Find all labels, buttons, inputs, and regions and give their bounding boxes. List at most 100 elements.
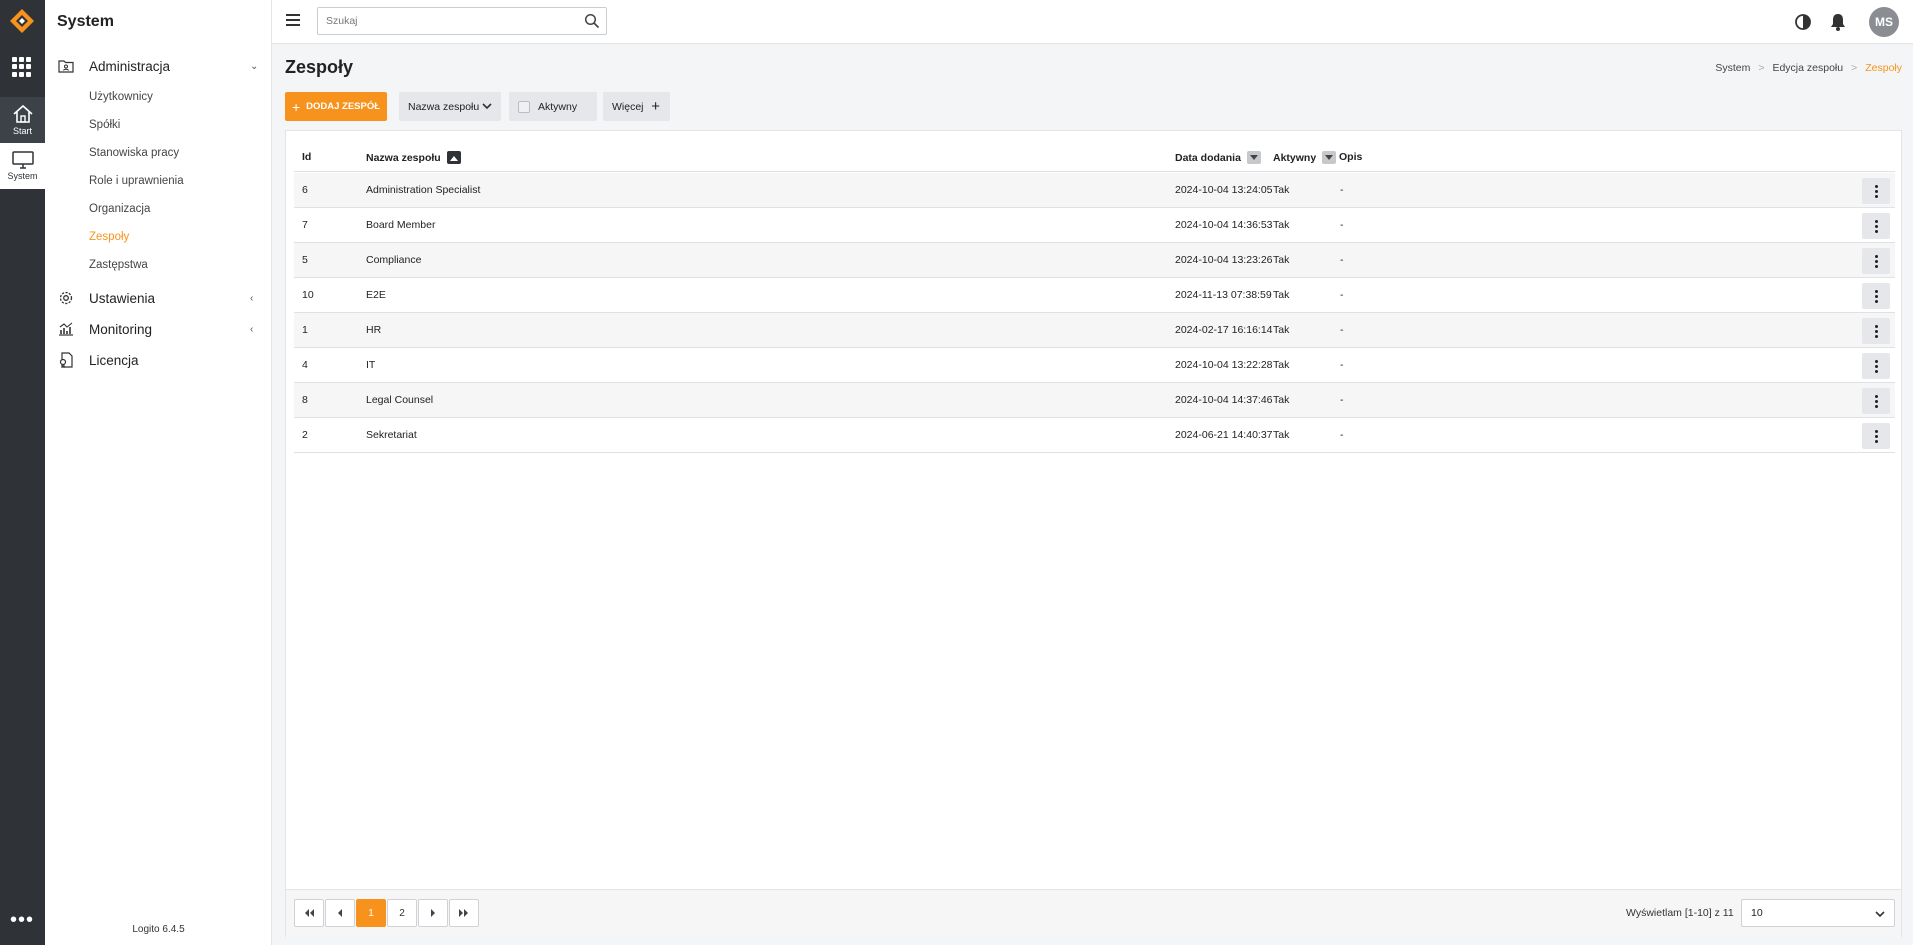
more-apps-icon[interactable]: ••• (10, 910, 34, 930)
sidebar-item-spolki[interactable]: Spółki (89, 119, 120, 131)
chevron-left-icon (338, 909, 342, 917)
page-button-2[interactable]: 2 (387, 899, 417, 927)
cell-name: IT (366, 359, 376, 371)
next-page-button[interactable] (418, 899, 448, 927)
column-header-date[interactable]: Data dodania (1175, 151, 1261, 164)
teams-table-panel: Id Nazwa zespołu Data dodania Aktywny Op… (285, 130, 1902, 937)
cell-name: Sekretariat (366, 429, 417, 441)
rail-system[interactable]: System (0, 143, 45, 189)
page-size-select[interactable]: 10 (1741, 899, 1895, 927)
sidebar: System Administracja ⌄ Użytkownicy Spółk… (45, 0, 272, 945)
row-actions-kebab-icon[interactable] (1862, 388, 1890, 414)
page-button-1[interactable]: 1 (356, 899, 386, 927)
sort-descending-icon[interactable] (1322, 151, 1337, 164)
active-filter-checkbox[interactable] (518, 100, 530, 113)
breadcrumb-item[interactable]: Edycja zespołu (1772, 62, 1843, 74)
contrast-toggle-icon[interactable] (1794, 13, 1812, 31)
more-filters-button[interactable]: Więcej + (603, 92, 670, 121)
breadcrumb: System > Edycja zespołu > Zespoły (1715, 62, 1902, 74)
table-row[interactable]: 8 Legal Counsel 2024-10-04 14:37:46 Tak … (294, 383, 1895, 418)
row-actions-kebab-icon[interactable] (1862, 318, 1890, 344)
search-input[interactable] (318, 8, 568, 34)
column-header-name[interactable]: Nazwa zespołu (366, 151, 461, 164)
active-filter[interactable]: Aktywny (509, 92, 597, 121)
apps-grid-icon[interactable] (12, 57, 32, 77)
cell-id: 5 (302, 254, 308, 266)
column-header-active[interactable]: Aktywny (1273, 151, 1337, 164)
chevron-down-icon (1875, 911, 1885, 918)
row-actions-kebab-icon[interactable] (1862, 353, 1890, 379)
sidebar-group-licencja[interactable]: Licencja (45, 347, 272, 373)
table-row[interactable]: 6 Administration Specialist 2024-10-04 1… (294, 173, 1895, 208)
cell-id: 2 (302, 429, 308, 441)
sidebar-item-organizacja[interactable]: Organizacja (89, 203, 150, 215)
top-bar: MS (272, 0, 1913, 44)
table-row[interactable]: 1 HR 2024-02-17 16:16:14 Tak - (294, 313, 1895, 348)
sidebar-item-zespoly[interactable]: Zespoły (89, 231, 129, 243)
sidebar-group-monitoring[interactable]: Monitoring ‹ (45, 316, 272, 342)
chevron-down-icon (482, 103, 492, 110)
logito-logo-icon[interactable] (8, 7, 36, 35)
sidebar-item-zastepstwa[interactable]: Zastępstwa (89, 259, 148, 271)
cell-description: - (1340, 184, 1344, 196)
cell-id: 4 (302, 359, 308, 371)
user-avatar[interactable]: MS (1869, 7, 1899, 37)
first-page-button[interactable] (294, 899, 324, 927)
cell-date: 2024-10-04 14:36:53 (1175, 219, 1273, 231)
row-actions-kebab-icon[interactable] (1862, 423, 1890, 449)
sidebar-group-administracja[interactable]: Administracja ⌄ (45, 53, 272, 79)
sidebar-title: System (57, 13, 114, 30)
search-icon[interactable] (584, 13, 600, 29)
table-row[interactable]: 2 Sekretariat 2024-06-21 14:40:37 Tak - (294, 418, 1895, 453)
cell-name: HR (366, 324, 382, 336)
table-row[interactable]: 10 E2E 2024-11-13 07:38:59 Tak - (294, 278, 1895, 313)
sidebar-group-label: Ustawienia (89, 290, 156, 306)
cell-active: Tak (1273, 289, 1290, 301)
breadcrumb-item[interactable]: System (1715, 62, 1750, 74)
search-box (317, 7, 607, 35)
breadcrumb-current: Zespoły (1865, 62, 1902, 74)
page-size-value: 10 (1751, 907, 1763, 919)
sidebar-item-stanowiska-pracy[interactable]: Stanowiska pracy (89, 147, 179, 159)
folder-user-icon (58, 60, 74, 73)
cell-name: E2E (366, 289, 386, 301)
cell-date: 2024-10-04 13:23:26 (1175, 254, 1273, 266)
breadcrumb-separator: > (1851, 62, 1858, 74)
prev-page-button[interactable] (325, 899, 355, 927)
rail-start[interactable]: Start (0, 97, 45, 143)
monitor-icon (11, 151, 34, 169)
cell-description: - (1340, 254, 1344, 266)
table-header: Id Nazwa zespołu Data dodania Aktywny Op… (294, 142, 1895, 172)
cell-id: 10 (302, 289, 314, 301)
cell-date: 2024-02-17 16:16:14 (1175, 324, 1273, 336)
row-actions-kebab-icon[interactable] (1862, 248, 1890, 274)
team-name-filter[interactable]: Nazwa zespołu (399, 92, 501, 121)
hamburger-menu-icon[interactable] (286, 14, 300, 26)
sort-ascending-icon[interactable] (446, 151, 461, 164)
add-team-button[interactable]: + DODAJ ZESPÓŁ (285, 92, 387, 121)
cell-description: - (1340, 289, 1344, 301)
row-actions-kebab-icon[interactable] (1862, 178, 1890, 204)
team-name-filter-label: Nazwa zespołu (408, 100, 480, 113)
cell-date: 2024-10-04 14:37:46 (1175, 394, 1273, 406)
plus-icon: + (651, 98, 660, 115)
plus-icon: + (291, 98, 301, 115)
cell-id: 1 (302, 324, 308, 336)
sidebar-group-ustawienia[interactable]: Ustawienia ‹ (45, 285, 272, 311)
row-actions-kebab-icon[interactable] (1862, 283, 1890, 309)
cell-date: 2024-10-04 13:24:05 (1175, 184, 1273, 196)
table-row[interactable]: 7 Board Member 2024-10-04 14:36:53 Tak - (294, 208, 1895, 243)
sidebar-item-uzytkownicy[interactable]: Użytkownicy (89, 91, 153, 103)
more-filters-label: Więcej (612, 100, 644, 113)
column-header-description[interactable]: Opis (1339, 151, 1362, 163)
row-actions-kebab-icon[interactable] (1862, 213, 1890, 239)
sidebar-item-role-i-uprawnienia[interactable]: Role i uprawnienia (89, 175, 184, 187)
sort-descending-icon[interactable] (1246, 151, 1261, 164)
table-row[interactable]: 4 IT 2024-10-04 13:22:28 Tak - (294, 348, 1895, 383)
last-page-button[interactable] (449, 899, 479, 927)
cell-name: Compliance (366, 254, 422, 266)
cell-description: - (1340, 359, 1344, 371)
table-row[interactable]: 5 Compliance 2024-10-04 13:23:26 Tak - (294, 243, 1895, 278)
column-header-id[interactable]: Id (302, 151, 311, 163)
notifications-bell-icon[interactable] (1829, 12, 1847, 32)
